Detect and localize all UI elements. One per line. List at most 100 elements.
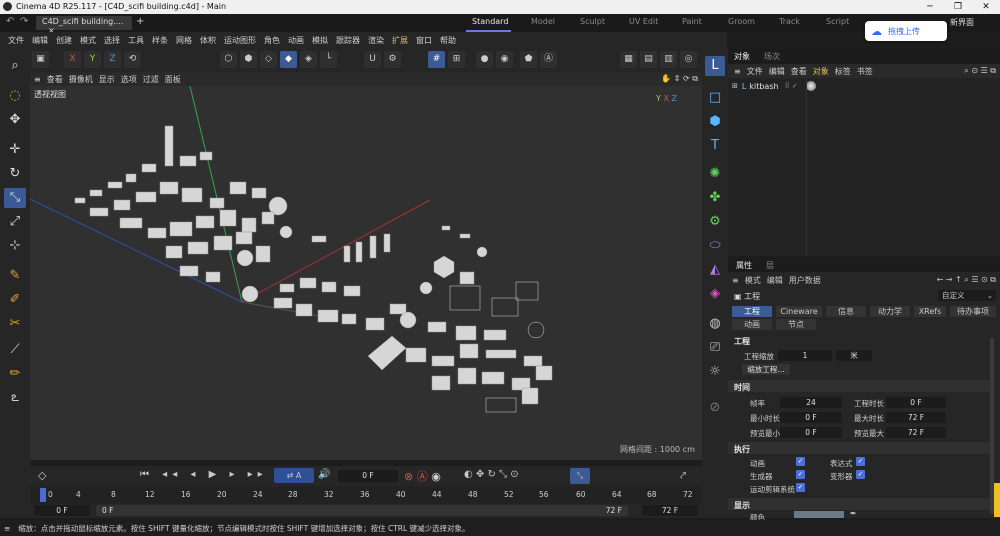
perspective-viewport[interactable]: 透视视图 Y X Z 网格间距 : 1000 cm [30,86,702,460]
menu-character[interactable]: 角色 [264,35,280,46]
search-icon[interactable]: ⌕ [4,56,26,76]
workplane-icon[interactable]: ⊞ [448,51,465,68]
menu-tools[interactable]: 工具 [128,35,144,46]
deformer-icon[interactable]: ⬭ [705,236,725,256]
new-ui-label[interactable]: 新界面 [950,17,974,28]
snap-icon[interactable]: U [364,51,381,68]
menu-window[interactable]: 窗口 [416,35,432,46]
cube-icon[interactable]: ▣ [32,51,49,68]
motion-system-checkbox[interactable]: ✓ [796,483,805,492]
render-view-icon[interactable]: ▦ [620,51,637,68]
deformers-checkbox[interactable]: ✓ [856,470,865,479]
layout-tab-model[interactable]: Model [531,17,555,26]
menu-volume[interactable]: 体积 [200,35,216,46]
transform-icon[interactable]: ⤢ [4,212,26,232]
expand-icon[interactable]: ⊞ [732,82,738,90]
polygon-mode-icon[interactable]: ◆ [280,51,297,68]
field-icon[interactable]: ◈ [705,284,725,304]
min-time-field[interactable]: 0 F [780,412,842,423]
preview-max-field[interactable]: 72 F [886,427,946,438]
menu-simulate[interactable]: 模拟 [312,35,328,46]
subtab-project[interactable]: 工程 [732,306,772,317]
null-object-icon[interactable]: L [705,56,725,76]
viewport-menu-panel[interactable]: 面板 [165,74,181,85]
subtab-cineware[interactable]: Cineware [776,306,822,317]
preset-dropdown[interactable]: 自定义 ⌄ [938,290,996,301]
tab-attributes[interactable]: 属性 [736,260,752,271]
axis-x-button[interactable]: X [64,51,81,68]
record-buttons[interactable]: ⊗ Ⓐ ◉ [404,468,441,484]
symmetry-icon[interactable]: ◉ [496,51,513,68]
menu-mograph[interactable]: 运动图形 [224,35,256,46]
maximize-icon[interactable]: ❐ [944,0,972,14]
scale-icon[interactable]: ⤡ [4,188,26,208]
rotate-icon[interactable]: ↻ [4,164,26,184]
document-tab[interactable]: C4D_scifi building.... × [36,16,132,35]
layout-tab-paint[interactable]: Paint [682,17,702,26]
edge-mode-icon[interactable]: ◇ [260,51,277,68]
move-icon[interactable]: ✛ [4,140,26,160]
axis-y-button[interactable]: Y [84,51,101,68]
coordinate-manager-icon[interactable]: ⊹ [4,236,26,256]
axis-z-button[interactable]: Z [104,51,121,68]
sketch-icon[interactable]: ✐ [4,290,26,310]
subtab-animation[interactable]: 动画 [732,319,772,330]
menu-animate[interactable]: 动画 [288,35,304,46]
layout-tab-sculpt[interactable]: Sculpt [580,17,605,26]
effector-icon[interactable]: ⚙ [705,212,725,232]
scale-value-field[interactable]: 1 [778,350,832,361]
layout-tab-script[interactable]: Script [826,17,849,26]
obj-menu-view[interactable]: 查看 [791,66,807,77]
deformer-alt-icon[interactable]: ◭ [705,260,725,280]
end-frame-field[interactable]: 72 F [642,505,698,516]
cube-primitive-icon[interactable]: □ [705,88,725,108]
attr-nav-icons[interactable]: ← → ↑ ⌕ ☰ ⊙ ⧉ [937,275,996,285]
close-icon[interactable]: ✕ [972,0,1000,14]
subtab-info[interactable]: 信息 [826,306,866,317]
new-tab-button[interactable]: + [136,16,144,27]
project-length-field[interactable]: 0 F [886,397,946,408]
obj-menu-object[interactable]: 对象 [813,66,829,77]
tab-layers[interactable]: 层 [766,260,774,271]
menu-extensions[interactable]: 扩展 [392,35,408,46]
render-picture-viewer-icon[interactable]: ▤ [640,51,657,68]
tab-objects[interactable]: 对象 [734,51,750,62]
axis-mode-icon[interactable]: └ [320,51,337,68]
live-selection-icon[interactable]: ◌ [4,86,26,106]
menu-tracker[interactable]: 跟踪器 [336,35,360,46]
object-name[interactable]: kitbash [749,82,778,91]
preview-min-field[interactable]: 0 F [780,427,842,438]
viewport-navigation-icons[interactable]: ✋ ⇕ ⟳ ⧉ [661,74,698,84]
scale-unit-dropdown[interactable]: 米 [836,350,872,361]
subtab-xrefs[interactable]: XRefs [914,306,946,317]
playback-buttons[interactable]: ⏮ ◂◂ ◂ ▶ ▸ ▸▸ ⏭ [140,469,290,480]
move-selection-icon[interactable]: ✥ [4,110,26,130]
knife-icon[interactable]: ⟋ [4,340,26,360]
locked-workplane-icon[interactable]: Ⓐ [540,51,557,68]
uv-mode-icon[interactable]: ◈ [300,51,317,68]
menu-create[interactable]: 创建 [56,35,72,46]
layout-tab-standard[interactable]: Standard [472,17,508,26]
auto-key-icon[interactable]: ⤡ [570,468,590,484]
generators-checkbox[interactable]: ✓ [796,470,805,479]
attr-menu-edit[interactable]: 编辑 [767,275,783,286]
obj-menu-file[interactable]: 文件 [747,66,763,77]
paint-icon[interactable]: ఽ [4,388,26,408]
minimize-icon[interactable]: ─ [916,0,944,14]
preview-range-slider[interactable]: 0 F 72 F [96,505,628,516]
timeline-ruler[interactable]: 0 4 8 12 16 20 24 28 32 36 40 44 48 52 5… [30,486,702,504]
menu-edit[interactable]: 编辑 [32,35,48,46]
spline-tools-icon[interactable]: ✂ [4,314,26,334]
material-tag-icon[interactable] [805,81,816,91]
max-time-field[interactable]: 72 F [886,412,946,423]
hamburger-icon[interactable]: ≡ [734,67,741,76]
eyedropper-icon[interactable]: ✒ [850,509,857,518]
menu-spline[interactable]: 样条 [152,35,168,46]
current-frame-field[interactable]: 0 F [338,470,398,482]
object-mode-icon[interactable]: ⬡ [220,51,237,68]
tab-takes[interactable]: 场次 [764,51,780,62]
expressions-checkbox[interactable]: ✓ [856,457,865,466]
section-exec-bar[interactable] [728,442,990,454]
viewport-menu-options[interactable]: 选项 [121,74,137,85]
attr-menu-mode[interactable]: 模式 [745,275,761,286]
